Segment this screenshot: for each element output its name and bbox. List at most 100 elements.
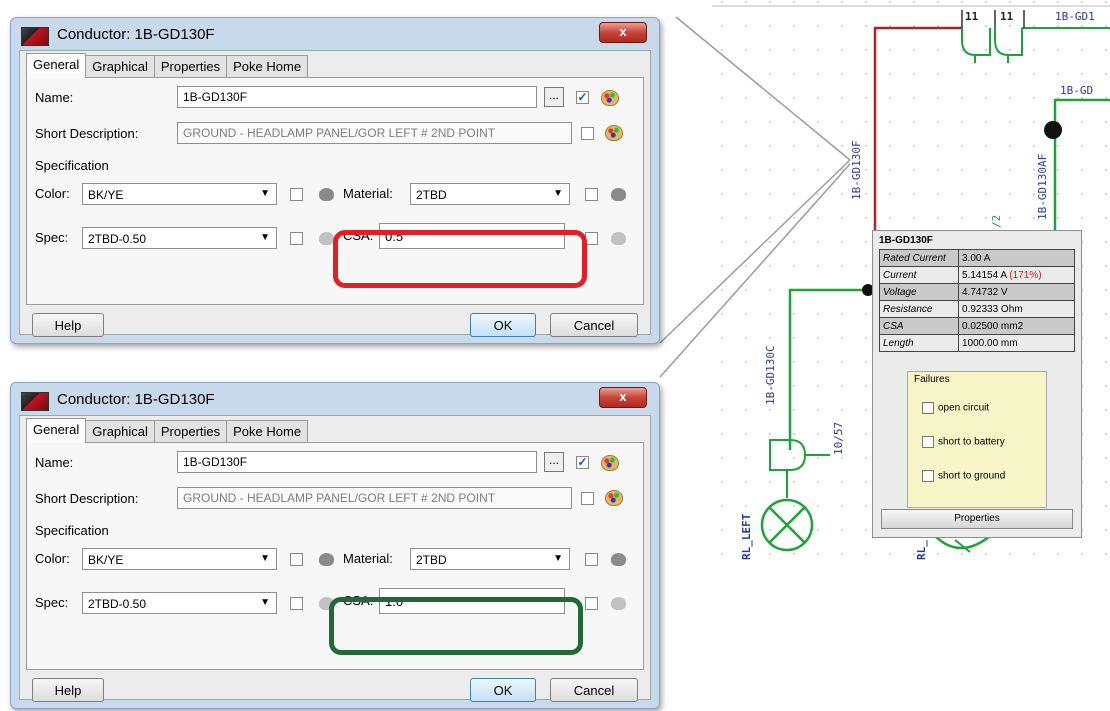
connector-label: 10/57: [832, 422, 845, 455]
title-bar[interactable]: Conductor: 1B-GD130F x: [11, 383, 659, 417]
spec-select[interactable]: 2TBD-0.50 ▼: [82, 592, 277, 614]
spec-value: 2TBD-0.50: [88, 232, 147, 246]
color-checkbox[interactable]: [290, 553, 303, 566]
tab-graphical[interactable]: Graphical: [85, 420, 155, 443]
palette-icon[interactable]: [611, 553, 626, 566]
tab-graphical[interactable]: Graphical: [85, 55, 155, 78]
cancel-button[interactable]: Cancel: [550, 313, 638, 337]
wire-label-vertical: 1B-GD130AF: [1036, 154, 1049, 220]
tab-poke-home[interactable]: Poke Home: [226, 55, 309, 78]
prop-value: 3.00 A: [958, 249, 1075, 267]
short-description-label: Short Description:: [35, 126, 139, 141]
palette-icon[interactable]: [605, 490, 623, 506]
short-description-label: Short Description:: [35, 491, 139, 506]
color-label: Color:: [35, 186, 70, 201]
table-row: Resistance 0.92333 Ohm: [879, 300, 1075, 318]
tab-poke-home[interactable]: Poke Home: [226, 420, 309, 443]
help-button[interactable]: Help: [32, 313, 104, 337]
lamp-label: RL_LEFT: [740, 513, 753, 560]
junction-node: [1044, 121, 1062, 139]
name-checkbox[interactable]: ✓: [576, 456, 589, 469]
tab-properties[interactable]: Properties: [153, 420, 228, 443]
overload-percent: (171%): [1009, 269, 1042, 281]
dropdown-arrow-icon: ▼: [553, 553, 563, 564]
color-checkbox[interactable]: [290, 188, 303, 201]
checkbox[interactable]: [922, 402, 934, 414]
ok-button[interactable]: OK: [470, 313, 536, 337]
dropdown-arrow-icon: ▼: [553, 188, 563, 199]
browse-button[interactable]: ...: [544, 87, 564, 107]
spec-label: Spec:: [35, 595, 69, 610]
material-select[interactable]: 2TBD ▼: [410, 183, 570, 205]
prop-key: CSA: [879, 317, 959, 335]
palette-icon[interactable]: [611, 188, 626, 201]
palette-icon[interactable]: [611, 597, 626, 610]
short-description-field[interactable]: GROUND - HEADLAMP PANEL/GOR LEFT # 2ND P…: [177, 122, 572, 144]
name-checkbox[interactable]: ✓: [576, 91, 589, 104]
help-button[interactable]: Help: [32, 678, 104, 702]
tab-general[interactable]: General: [26, 418, 87, 443]
tab-properties[interactable]: Properties: [153, 55, 228, 78]
prop-value: 0.02500 mm2: [958, 317, 1075, 335]
browse-button[interactable]: ...: [544, 452, 564, 472]
short-description-field[interactable]: GROUND - HEADLAMP PANEL/GOR LEFT # 2ND P…: [177, 487, 572, 509]
color-label: Color:: [35, 551, 70, 566]
title-bar[interactable]: Conductor: 1B-GD130F x: [11, 18, 659, 52]
dropdown-arrow-icon: ▼: [260, 188, 270, 199]
failure-short-to-battery[interactable]: short to battery: [922, 436, 1005, 448]
name-field[interactable]: 1B-GD130F: [177, 451, 537, 473]
ok-button[interactable]: OK: [470, 678, 536, 702]
palette-icon[interactable]: [601, 455, 619, 471]
color-select[interactable]: BK/YE ▼: [82, 548, 277, 570]
lamp-label: RL_: [915, 540, 928, 560]
popup-title: 1B-GD130F: [879, 235, 933, 246]
spec-value: 2TBD-0.50: [88, 597, 147, 611]
palette-icon[interactable]: [319, 232, 334, 245]
prop-value: 1000.00 mm: [958, 334, 1075, 352]
close-button[interactable]: x: [599, 387, 647, 408]
spec-select[interactable]: 2TBD-0.50 ▼: [82, 227, 277, 249]
csa-checkbox[interactable]: [585, 597, 598, 610]
palette-icon[interactable]: [611, 232, 626, 245]
table-row: Rated Current 3.00 A: [879, 249, 1075, 267]
conductor-info-popup: 1B-GD130F Rated Current 3.00 A Current 5.1…: [872, 230, 1082, 538]
spec-checkbox[interactable]: [290, 232, 303, 245]
color-value: BK/YE: [88, 188, 124, 202]
properties-button[interactable]: Properties: [881, 509, 1073, 529]
tab-general[interactable]: General: [26, 53, 87, 78]
specification-heading: Specification: [35, 158, 109, 173]
prop-value: 5.14154 A: [962, 269, 1007, 281]
specification-heading: Specification: [35, 523, 109, 538]
conductor-dialog: Conductor: 1B-GD130F x General Graphical…: [10, 382, 660, 709]
prop-key: Current: [879, 266, 959, 284]
cancel-button[interactable]: Cancel: [550, 678, 638, 702]
material-label: Material:: [343, 186, 393, 201]
palette-icon[interactable]: [601, 90, 619, 106]
short-description-checkbox[interactable]: [581, 127, 594, 140]
palette-icon[interactable]: [319, 188, 334, 201]
material-checkbox[interactable]: [585, 188, 598, 201]
palette-icon[interactable]: [605, 125, 623, 141]
short-description-checkbox[interactable]: [581, 492, 594, 505]
dropdown-arrow-icon: ▼: [260, 232, 270, 243]
table-row: Voltage 4.74732 V: [879, 283, 1075, 301]
window-title: Conductor: 1B-GD130F: [57, 26, 215, 43]
app-logo-icon: [21, 27, 49, 46]
wire-label: 1B-GD: [1060, 84, 1093, 97]
checkbox[interactable]: [922, 470, 934, 482]
pin-label: 11: [965, 10, 979, 23]
failure-open-circuit[interactable]: open circuit: [922, 402, 989, 414]
close-button[interactable]: x: [599, 22, 647, 43]
material-select[interactable]: 2TBD ▼: [410, 548, 570, 570]
spec-checkbox[interactable]: [290, 597, 303, 610]
tab-bar: General Graphical Properties Poke Home: [26, 418, 309, 443]
failure-short-to-ground[interactable]: short to ground: [922, 470, 1005, 482]
name-field[interactable]: 1B-GD130F: [177, 86, 537, 108]
failures-heading: Failures: [914, 374, 950, 385]
checkbox[interactable]: [922, 436, 934, 448]
material-checkbox[interactable]: [585, 553, 598, 566]
prop-key: Resistance: [879, 300, 959, 318]
palette-icon[interactable]: [319, 553, 334, 566]
prop-key: Length: [879, 334, 959, 352]
color-select[interactable]: BK/YE ▼: [82, 183, 277, 205]
